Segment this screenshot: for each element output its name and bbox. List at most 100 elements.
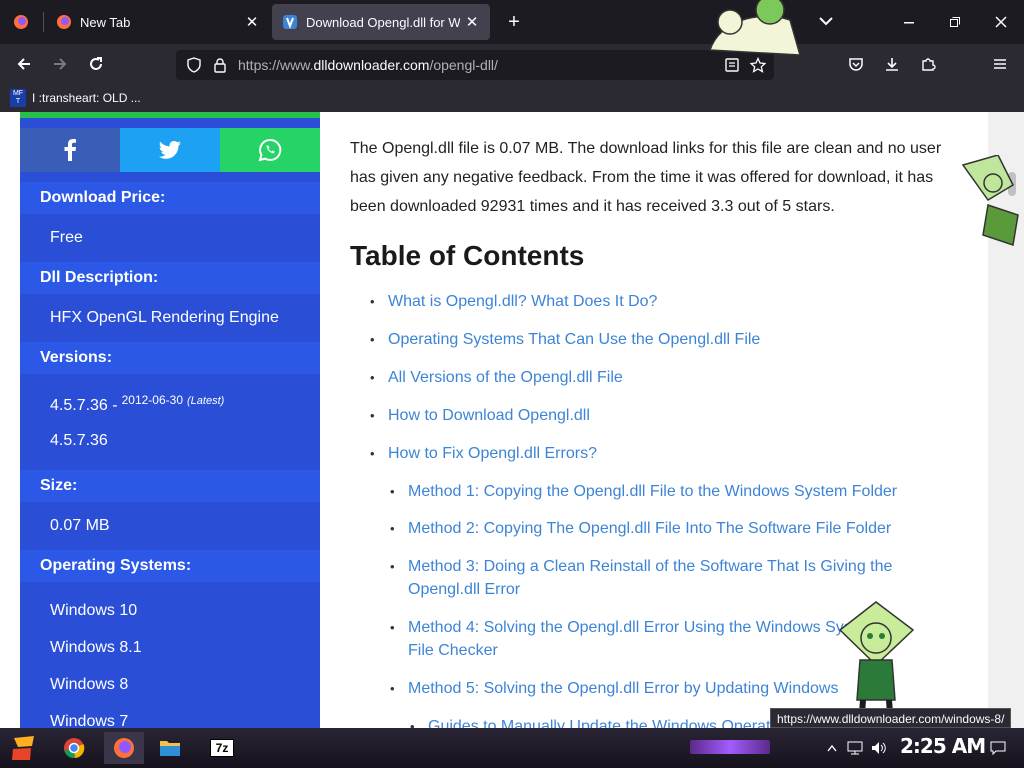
size-heading: Size: <box>20 470 320 502</box>
firefox-icon <box>114 738 134 758</box>
notifications-button[interactable] <box>980 732 1016 764</box>
dll-description-value: HFX OpenGL Rendering Engine <box>50 309 279 326</box>
version-row[interactable]: 4.5.7.36 <box>50 432 108 450</box>
volume-tray-button[interactable] <box>868 732 890 764</box>
close-icon <box>995 16 1007 28</box>
taskbar-firefox[interactable] <box>104 732 144 764</box>
network-icon <box>847 741 863 755</box>
windows-taskbar: 7z 2:25 AM <box>0 728 1024 768</box>
link-status-tooltip: https://www.dlldownloader.com/windows-8/ <box>770 708 1012 728</box>
dll-site-icon <box>283 15 297 29</box>
firefox-view-button[interactable] <box>0 4 42 40</box>
reload-icon <box>90 57 102 70</box>
latest-badge: (Latest) <box>187 395 225 407</box>
firefox-icon <box>14 15 28 29</box>
url-text[interactable]: https://www.dlldownloader.com/opengl-dll… <box>238 57 498 73</box>
os-item[interactable]: Windows 7 <box>50 713 128 728</box>
taskbar-7zip[interactable]: 7z <box>204 732 240 764</box>
toc-sublink[interactable]: Method 1: Copying the Opengl.dll File to… <box>390 480 928 503</box>
chevron-up-icon <box>827 744 837 752</box>
taskbar-decoration <box>690 740 770 754</box>
tab-label: New Tab <box>80 14 131 30</box>
toc-link[interactable]: All Versions of the Opengl.dll File <box>370 366 623 389</box>
pocket-button[interactable] <box>842 50 870 78</box>
tab-new-tab[interactable]: New Tab ✕ <box>44 4 270 40</box>
url-domain: dlldownloader.com <box>313 57 430 73</box>
new-tab-button[interactable]: + <box>500 8 528 36</box>
twitter-icon <box>159 141 181 159</box>
back-arrow-icon <box>17 58 30 70</box>
version-number: 4.5.7.36 <box>50 432 108 449</box>
url-path: /opengl-dll/ <box>429 57 498 73</box>
reload-button[interactable] <box>82 50 110 78</box>
close-tab-icon[interactable]: ✕ <box>460 13 484 31</box>
toc-sublink[interactable]: Method 4: Solving the Opengl.dll Error U… <box>390 616 888 662</box>
restore-button[interactable] <box>932 0 978 44</box>
version-row[interactable]: 4.5.7.36 -2012-06-30 (Latest) <box>50 393 224 415</box>
bookmark-item[interactable]: MF T I :transheart: OLD ... <box>10 89 141 107</box>
close-window-button[interactable] <box>978 0 1024 44</box>
taskbar-chrome[interactable] <box>56 732 92 764</box>
pocket-icon <box>849 58 863 71</box>
toc-link[interactable]: How to Download Opengl.dll <box>370 404 590 427</box>
shield-icon[interactable] <box>186 57 202 73</box>
network-tray-button[interactable] <box>844 732 866 764</box>
chevron-down-icon <box>819 17 833 26</box>
dll-description-heading: Dll Description: <box>20 262 320 294</box>
download-price-value: Free <box>50 229 83 246</box>
dll-info-sidebar: Download Price: Free Dll Description: HF… <box>20 112 320 728</box>
downloads-button[interactable] <box>878 50 906 78</box>
toc-link[interactable]: Operating Systems That Can Use the Openg… <box>370 328 760 351</box>
lock-icon[interactable] <box>212 57 228 73</box>
close-tab-icon[interactable]: ✕ <box>240 13 264 31</box>
os-item[interactable]: Windows 8.1 <box>50 639 142 657</box>
toc-link[interactable]: What is Opengl.dll? What Does It Do? <box>370 290 657 313</box>
extensions-button[interactable] <box>914 50 942 78</box>
minimize-button[interactable] <box>886 0 932 44</box>
seven-zip-icon: 7z <box>210 739 234 757</box>
mascot-sticker-right <box>961 155 1019 246</box>
version-number: 4.5.7.36 <box>50 397 108 414</box>
back-button[interactable] <box>10 50 38 78</box>
taskbar-file-explorer[interactable] <box>152 732 188 764</box>
versions-heading: Versions: <box>20 342 320 374</box>
tab-opengl-dll[interactable]: Download Opengl.dll for Windows ✕ <box>272 4 490 40</box>
show-hidden-icons-button[interactable] <box>822 732 842 764</box>
intro-paragraph: The Opengl.dll file is 0.07 MB. The down… <box>350 140 942 215</box>
share-facebook-button[interactable] <box>20 128 120 172</box>
download-price-heading: Download Price: <box>20 182 320 214</box>
chrome-icon <box>64 738 85 759</box>
app-menu-button[interactable] <box>986 50 1014 78</box>
minimize-icon <box>904 22 914 24</box>
whatsapp-icon <box>258 138 282 162</box>
notification-icon <box>990 741 1006 755</box>
firefox-icon <box>57 15 71 29</box>
hamburger-menu-icon <box>994 59 1006 69</box>
forward-arrow-icon <box>54 58 67 70</box>
share-whatsapp-button[interactable] <box>220 128 320 172</box>
operating-systems-heading: Operating Systems: <box>20 550 320 582</box>
folder-icon <box>160 741 180 756</box>
puzzle-icon <box>922 58 936 71</box>
toc-sublink[interactable]: Method 2: Copying The Opengl.dll File In… <box>390 517 928 540</box>
sidebar-accent <box>20 112 320 118</box>
forward-button[interactable] <box>46 50 74 78</box>
os-item[interactable]: Windows 10 <box>50 602 137 620</box>
toc-heading: Table of Contents <box>350 240 585 271</box>
start-button[interactable] <box>6 732 42 764</box>
size-value: 0.07 MB <box>50 517 110 534</box>
toc-sublink[interactable]: Method 3: Doing a Clean Reinstall of the… <box>390 555 908 601</box>
restore-icon <box>950 17 960 27</box>
address-bar[interactable]: https://www.dlldownloader.com/opengl-dll… <box>176 50 774 80</box>
toc-link[interactable]: How to Fix Opengl.dll Errors? <box>370 442 597 465</box>
share-twitter-button[interactable] <box>120 128 220 172</box>
start-logo-icon <box>12 736 34 760</box>
bookmarks-toolbar: MF T I :transheart: OLD ... <box>0 84 1024 112</box>
os-item[interactable]: Windows 8 <box>50 676 128 694</box>
taskbar-clock[interactable]: 2:25 AM <box>900 734 986 758</box>
url-prefix: https://www. <box>238 57 314 73</box>
list-all-tabs-button[interactable] <box>812 8 840 36</box>
bookmark-label: I :transheart: OLD ... <box>32 91 141 105</box>
bookmark-favicon: MF T <box>10 89 26 107</box>
download-icon <box>886 58 898 71</box>
